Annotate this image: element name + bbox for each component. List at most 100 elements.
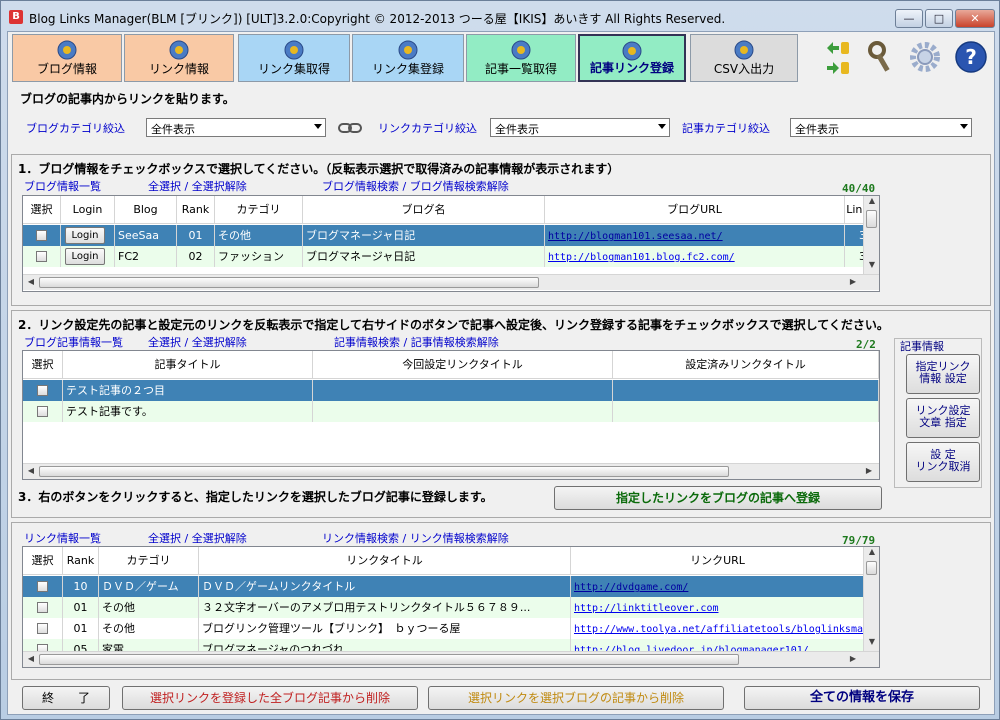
row-checkbox[interactable] xyxy=(36,251,47,262)
key-icon[interactable] xyxy=(866,40,898,76)
row-checkbox[interactable] xyxy=(36,230,47,241)
link-grid: 選択 Rank カテゴリ リンクタイトル リンクURL 10 ＤＶＤ／ゲーム ＤＶＤ／ゲーム… xyxy=(22,546,880,668)
article-col-header: 設定済みリンクタイトル xyxy=(613,351,879,379)
cancel-link-button[interactable]: 設 定リンク取消 xyxy=(906,442,980,482)
row-checkbox[interactable] xyxy=(37,581,48,592)
scroll-left-icon[interactable]: ◀ xyxy=(23,654,39,663)
blog-category-select[interactable]: 全件表示 xyxy=(146,118,326,137)
link-category-select[interactable]: 全件表示 xyxy=(490,118,670,137)
link-search-link[interactable]: リンク情報検索 / リンク情報検索解除 xyxy=(322,530,509,546)
tab-4[interactable]: リンク集登録 xyxy=(352,34,464,82)
table-row[interactable]: テスト記事です。 xyxy=(23,401,879,422)
import-export-icon[interactable] xyxy=(823,38,853,80)
exit-button[interactable]: 終 了 xyxy=(22,686,110,710)
blog-url-cell-text[interactable]: http://blogman101.seesaa.net/ xyxy=(548,231,723,242)
link-select-all-link[interactable]: 全選択 / 全選択解除 xyxy=(148,530,247,546)
blog-col-header: 選択 xyxy=(23,196,61,224)
scroll-right-icon[interactable]: ▶ xyxy=(845,277,861,286)
link-list-link[interactable]: リンク情報一覧 xyxy=(24,530,101,546)
row-checkbox[interactable] xyxy=(37,602,48,613)
category-cell-text: ＤＶＤ／ゲーム xyxy=(102,580,179,593)
link-col-header: リンクタイトル xyxy=(199,547,571,575)
scroll-down-icon[interactable]: ▼ xyxy=(864,260,879,269)
section1-heading: 1．ブログ情報をチェックボックスで選択してください。（反転表示選択で取得済みの記… xyxy=(18,162,620,176)
side-button-line: リンク取消 xyxy=(915,460,971,473)
close-button[interactable]: ✕ xyxy=(955,9,995,28)
article-hscrollbar[interactable]: ◀ ▶ xyxy=(23,463,879,479)
link-title-cell-text: ブログリンク管理ツール【ブリンク】 ｂｙつーる屋 xyxy=(202,622,461,635)
rank-cell: 02 xyxy=(177,246,215,267)
help-icon[interactable]: ? xyxy=(954,40,988,74)
category-cell: その他 xyxy=(215,225,303,246)
table-row[interactable]: テスト記事の２つ目 xyxy=(23,380,879,401)
link-url-cell-text[interactable]: http://www.toolya.net/affiliatetools/blo… xyxy=(574,624,864,635)
link-vscroll-thumb[interactable] xyxy=(866,561,877,575)
tab-1[interactable]: ブログ情報 xyxy=(12,34,122,82)
table-row[interactable]: 10 ＤＶＤ／ゲーム ＤＶＤ／ゲームリンクタイトル http://dvdgame.co… xyxy=(23,576,865,597)
register-link-button[interactable]: 指定したリンクをブログの記事へ登録 xyxy=(554,486,882,510)
article-hscroll-thumb[interactable] xyxy=(39,466,729,477)
scroll-up-icon[interactable]: ▲ xyxy=(864,196,879,205)
blog-grid-header: 選択 Login Blog Rank カテゴリ ブログ名 ブログURL Link xyxy=(23,196,871,224)
delete-all-articles-button[interactable]: 選択リンクを登録した全ブログ記事から削除 xyxy=(122,686,418,710)
side-button-line: 情報 設定 xyxy=(919,372,967,385)
blog-type-cell-text: FC2 xyxy=(118,250,140,263)
article-category-select[interactable]: 全件表示 xyxy=(790,118,972,137)
article-title-cell: テスト記事の２つ目 xyxy=(63,380,313,401)
tab-2[interactable]: リンク情報 xyxy=(124,34,234,82)
link-hscroll-thumb[interactable] xyxy=(39,654,739,665)
set-link-info-button[interactable]: 指定リンク 情報 設定 xyxy=(906,354,980,394)
scroll-left-icon[interactable]: ◀ xyxy=(23,466,39,475)
tab-label: リンク集登録 xyxy=(371,62,444,76)
scroll-up-icon[interactable]: ▲ xyxy=(864,547,879,556)
tab-7[interactable]: CSV入出力 xyxy=(690,34,798,82)
delete-selected-articles-button[interactable]: 選択リンクを選択ブログの記事から削除 xyxy=(428,686,724,710)
article-list-link[interactable]: ブログ記事情報一覧 xyxy=(24,334,123,350)
table-row[interactable]: 01 その他 ３２文字オーバーのアメブロ用テストリンクタイトル５６７８９... htt… xyxy=(23,597,865,618)
blog-list-link[interactable]: ブログ情報一覧 xyxy=(24,178,101,194)
blog-hscrollbar[interactable]: ◀ ▶ xyxy=(23,274,879,290)
login-button[interactable]: Login xyxy=(65,227,105,244)
tab-3[interactable]: リンク集取得 xyxy=(238,34,350,82)
tab-label: ブログ情報 xyxy=(36,62,97,76)
link-category-value: 全件表示 xyxy=(495,123,539,136)
link-url-cell: http://dvdgame.com/ xyxy=(571,576,865,597)
article-select-all-link[interactable]: 全選択 / 全選択解除 xyxy=(148,334,247,350)
link-url-cell-text[interactable]: http://dvdgame.com/ xyxy=(574,582,688,593)
table-row[interactable]: Login SeeSaa 01 その他 ブログマネージャ日記 http://blogman… xyxy=(23,225,879,246)
set-link-text-button[interactable]: リンク設定 文章 指定 xyxy=(906,398,980,438)
row-checkbox[interactable] xyxy=(37,623,48,634)
blog-vscrollbar[interactable]: ▲ ▼ xyxy=(863,196,879,274)
article-side-group-label: 記事情報 xyxy=(900,340,944,353)
table-row[interactable]: 01 その他 ブログリンク管理ツール【ブリンク】 ｂｙつーる屋 http://www.… xyxy=(23,618,865,639)
link-url-cell-text[interactable]: http://linktitleover.com xyxy=(574,603,719,614)
blog-col-header: Blog xyxy=(115,196,177,224)
row-checkbox[interactable] xyxy=(37,406,48,417)
blog-name-cell-text: ブログマネージャ日記 xyxy=(306,250,416,263)
scroll-down-icon[interactable]: ▼ xyxy=(864,637,879,646)
minimize-button[interactable]: — xyxy=(895,9,923,28)
login-button[interactable]: Login xyxy=(65,248,105,265)
blog-vscroll-thumb[interactable] xyxy=(866,210,877,228)
link-col-header: カテゴリ xyxy=(99,547,199,575)
scroll-left-icon[interactable]: ◀ xyxy=(23,277,39,286)
tab-6[interactable]: 記事リンク登録 xyxy=(578,34,686,82)
table-row[interactable]: Login FC2 02 ファッション ブログマネージャ日記 http://blogman… xyxy=(23,246,879,267)
tab-5[interactable]: 記事一覧取得 xyxy=(466,34,576,82)
category-cell-text: ファッション xyxy=(218,250,284,263)
maximize-button[interactable]: □ xyxy=(925,9,953,28)
scroll-right-icon[interactable]: ▶ xyxy=(845,654,861,663)
blog-hscroll-thumb[interactable] xyxy=(39,277,539,288)
blog-search-link[interactable]: ブログ情報検索 / ブログ情報検索解除 xyxy=(322,178,509,194)
article-search-link[interactable]: 記事情報検索 / 記事情報検索解除 xyxy=(334,334,499,350)
save-all-button[interactable]: 全ての情報を保存 xyxy=(744,686,980,710)
link-hscrollbar[interactable]: ◀ ▶ xyxy=(23,651,879,667)
blog-url-cell-text[interactable]: http://blogman101.blog.fc2.com/ xyxy=(548,252,735,263)
scroll-right-icon[interactable]: ▶ xyxy=(861,466,877,475)
blog-select-all-link[interactable]: 全選択 / 全選択解除 xyxy=(148,178,247,194)
client-area: ブログ情報 リンク情報 リンク集取得 リンク集登録 記事一覧取得 記事リンク登録 CSV入出… xyxy=(7,31,995,715)
gear-icon[interactable] xyxy=(908,40,942,74)
link-vscrollbar[interactable]: ▲ ▼ xyxy=(863,547,879,651)
row-checkbox[interactable] xyxy=(37,385,48,396)
category-cell: ＤＶＤ／ゲーム xyxy=(99,576,199,597)
